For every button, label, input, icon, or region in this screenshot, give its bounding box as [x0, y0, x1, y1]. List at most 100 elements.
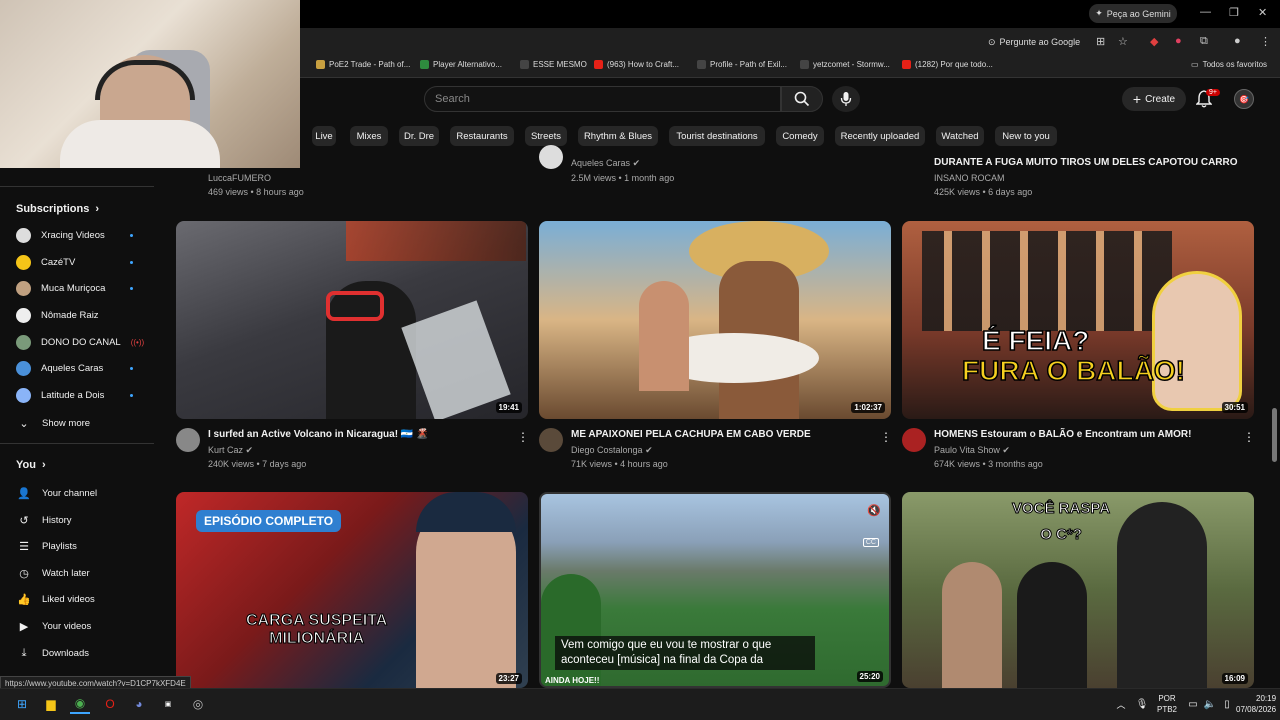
video-thumbnail[interactable]: 19:41	[176, 221, 528, 419]
channel-avatar[interactable]	[539, 145, 563, 169]
video-title[interactable]: HOMENS Estouram o BALÃO e Encontram um A…	[934, 429, 1191, 440]
video-channel[interactable]: LuccaFUMERO	[208, 173, 271, 183]
bookmark-label: (963) How to Craft...	[607, 60, 680, 69]
sidebar-item-watch-later[interactable]: ◷ Watch later	[16, 565, 90, 581]
channel-avatar[interactable]	[902, 428, 926, 452]
install-icon[interactable]: ⊞	[1096, 35, 1105, 48]
sidebar-sub-nomade[interactable]: Nômade Raiz	[16, 308, 99, 323]
captions-icon[interactable]: CC	[862, 538, 879, 547]
video-channel[interactable]: Kurt Caz ✔	[208, 445, 253, 456]
extension-red-icon[interactable]: ◆	[1150, 35, 1158, 48]
video-title[interactable]: I surfed an Active Volcano in Nicaragua!…	[208, 429, 429, 440]
restore-icon[interactable]: ❐	[1229, 6, 1239, 19]
app-icon[interactable]: ▣	[158, 694, 178, 714]
sidebar-sub-latitude[interactable]: Latitude a Dois	[16, 388, 104, 403]
show-more-button[interactable]: ⌄ Show more	[16, 415, 90, 431]
you-header[interactable]: You ›	[16, 459, 46, 471]
more-actions-icon[interactable]: ⋮	[517, 430, 529, 444]
overlay-line2: MILIONÁRIA	[269, 630, 365, 648]
create-button[interactable]: + Create	[1122, 87, 1186, 111]
more-actions-icon[interactable]: ⋮	[1243, 430, 1255, 444]
sidebar-sub-cazetv[interactable]: CazéTV	[16, 255, 75, 270]
video-title[interactable]: ME APAIXONEI PELA CACHUPA EM CABO VERDE	[571, 429, 811, 440]
video-title[interactable]: DURANTE A FUGA MUITO TIROS UM DELES CAPO…	[934, 157, 1238, 168]
extension-badge-icon[interactable]: ●	[1175, 35, 1182, 47]
video-thumbnail[interactable]: É FEIA? FURA O BALÃO! 30:51	[902, 221, 1254, 419]
obs-icon[interactable]: ◎	[188, 694, 208, 714]
tray-mic-icon[interactable]: 🎙	[1132, 694, 1152, 714]
search-button[interactable]	[781, 86, 823, 112]
video-thumbnail[interactable]: EPISÓDIO COMPLETO CARGA SUSPEITA MILIONÁ…	[176, 492, 528, 688]
voice-search-button[interactable]	[832, 86, 860, 112]
chip-watched[interactable]: Watched	[936, 126, 984, 146]
chip-streets[interactable]: Streets	[525, 126, 567, 146]
new-content-dot	[130, 261, 133, 264]
chip-dr-dre[interactable]: Dr. Dre	[399, 126, 439, 146]
chevron-right-icon: ›	[41, 459, 46, 471]
bookmark-item[interactable]: yetzcomet - Stormw...	[800, 60, 890, 69]
sidebar-sub-xracing[interactable]: Xracing Videos	[16, 228, 105, 243]
video-channel[interactable]: Diego Costalonga ✔	[571, 445, 653, 456]
bookmark-item[interactable]: Player Alternativo...	[420, 60, 502, 69]
search-placeholder: Search	[435, 93, 470, 105]
video-caption: Vem comigo que eu vou te mostrar o que a…	[555, 636, 815, 670]
ask-google-button[interactable]: ⊙ Pergunte ao Google	[984, 33, 1088, 51]
webcam-overlay	[0, 0, 300, 168]
channel-avatar[interactable]	[176, 428, 200, 452]
channel-avatar[interactable]	[539, 428, 563, 452]
bookmark-item[interactable]: Profile - Path of Exil...	[697, 60, 787, 69]
video-channel[interactable]: Paulo Vita Show ✔	[934, 445, 1010, 456]
chip-restaurants[interactable]: Restaurants	[450, 126, 514, 146]
bookmark-item[interactable]: ESSE MESMO	[520, 60, 587, 69]
chip-comedy[interactable]: Comedy	[776, 126, 824, 146]
sidebar-sub-muca[interactable]: Muca Muriçoca	[16, 281, 105, 296]
sidebar-item-history[interactable]: ↺ History	[16, 512, 71, 528]
sidebar-item-downloads[interactable]: ⤓ Downloads	[16, 645, 89, 661]
sidebar-item-your-channel[interactable]: 👤 Your channel	[16, 485, 97, 501]
profile-icon[interactable]: ●	[1234, 35, 1241, 47]
video-thumbnail[interactable]: VOCÊ RASPA O C*? 16:09	[902, 492, 1254, 688]
search-input[interactable]: Search	[424, 86, 781, 112]
bookmark-item[interactable]: (1282) Por que todo...	[902, 60, 993, 69]
video-thumbnail-playing[interactable]: 🔇 CC Vem comigo que eu vou te mostrar o …	[539, 492, 891, 688]
account-avatar[interactable]: 🎯	[1234, 89, 1254, 109]
sidebar-item-liked-videos[interactable]: 👍 Liked videos	[16, 591, 95, 607]
chip-recently-uploaded[interactable]: Recently uploaded	[835, 126, 925, 146]
extensions-icon[interactable]: ⧉	[1200, 35, 1208, 48]
input-language[interactable]: POR PTB2	[1157, 693, 1177, 715]
close-icon[interactable]: ✕	[1258, 6, 1267, 19]
bookmark-favicon-icon	[697, 60, 706, 69]
more-actions-icon[interactable]: ⋮	[880, 430, 892, 444]
video-channel[interactable]: Aqueles Caras ✔	[571, 158, 640, 169]
chevron-down-icon: ⌄	[19, 417, 29, 430]
sidebar-item-your-videos[interactable]: ▶ Your videos	[16, 618, 92, 634]
chip-mixes[interactable]: Mixes	[350, 126, 388, 146]
taskbar-clock[interactable]: 20:19 07/08/2026	[1236, 693, 1276, 715]
chrome-icon[interactable]: ◉	[70, 694, 90, 714]
sidebar-sub-aqueles[interactable]: Aqueles Caras	[16, 361, 103, 376]
chip-tourist-destinations[interactable]: Tourist destinations	[669, 126, 765, 146]
menu-icon[interactable]: ⋮	[1260, 35, 1271, 48]
chip-live[interactable]: Live	[312, 126, 336, 146]
tray-chevron-icon[interactable]: ︿	[1111, 694, 1131, 714]
battery-icon[interactable]: ▯	[1217, 694, 1237, 714]
mute-icon[interactable]: 🔇	[867, 504, 881, 517]
subscriptions-header[interactable]: Subscriptions ›	[16, 203, 99, 215]
windows-start-icon[interactable]: ⊞	[12, 694, 32, 714]
sidebar-item-playlists[interactable]: ☰ Playlists	[16, 538, 77, 554]
opera-icon[interactable]: O	[100, 694, 120, 714]
bookmark-item[interactable]: (963) How to Craft...	[594, 60, 679, 69]
sidebar-sub-dono[interactable]: DONO DO CANAL ((•))	[16, 335, 144, 350]
video-thumbnail[interactable]: 1:02:37	[539, 221, 891, 419]
all-bookmarks-button[interactable]: ▭ Todos os favoritos	[1191, 60, 1267, 69]
bookmark-item[interactable]: PoE2 Trade - Path of...	[316, 60, 410, 69]
video-channel[interactable]: INSANO ROCAM	[934, 173, 1005, 183]
star-icon[interactable]: ☆	[1118, 35, 1128, 48]
file-explorer-icon[interactable]: ▆	[41, 694, 61, 714]
page-scrollbar[interactable]	[1272, 408, 1277, 462]
chip-rhythm-blues[interactable]: Rhythm & Blues	[578, 126, 658, 146]
minimize-icon[interactable]: —	[1200, 6, 1211, 18]
discord-icon[interactable]: ◕	[129, 694, 149, 714]
chip-new-to-you[interactable]: New to you	[995, 126, 1057, 146]
ask-gemini-button[interactable]: ✦ Peça ao Gemini	[1089, 4, 1177, 23]
